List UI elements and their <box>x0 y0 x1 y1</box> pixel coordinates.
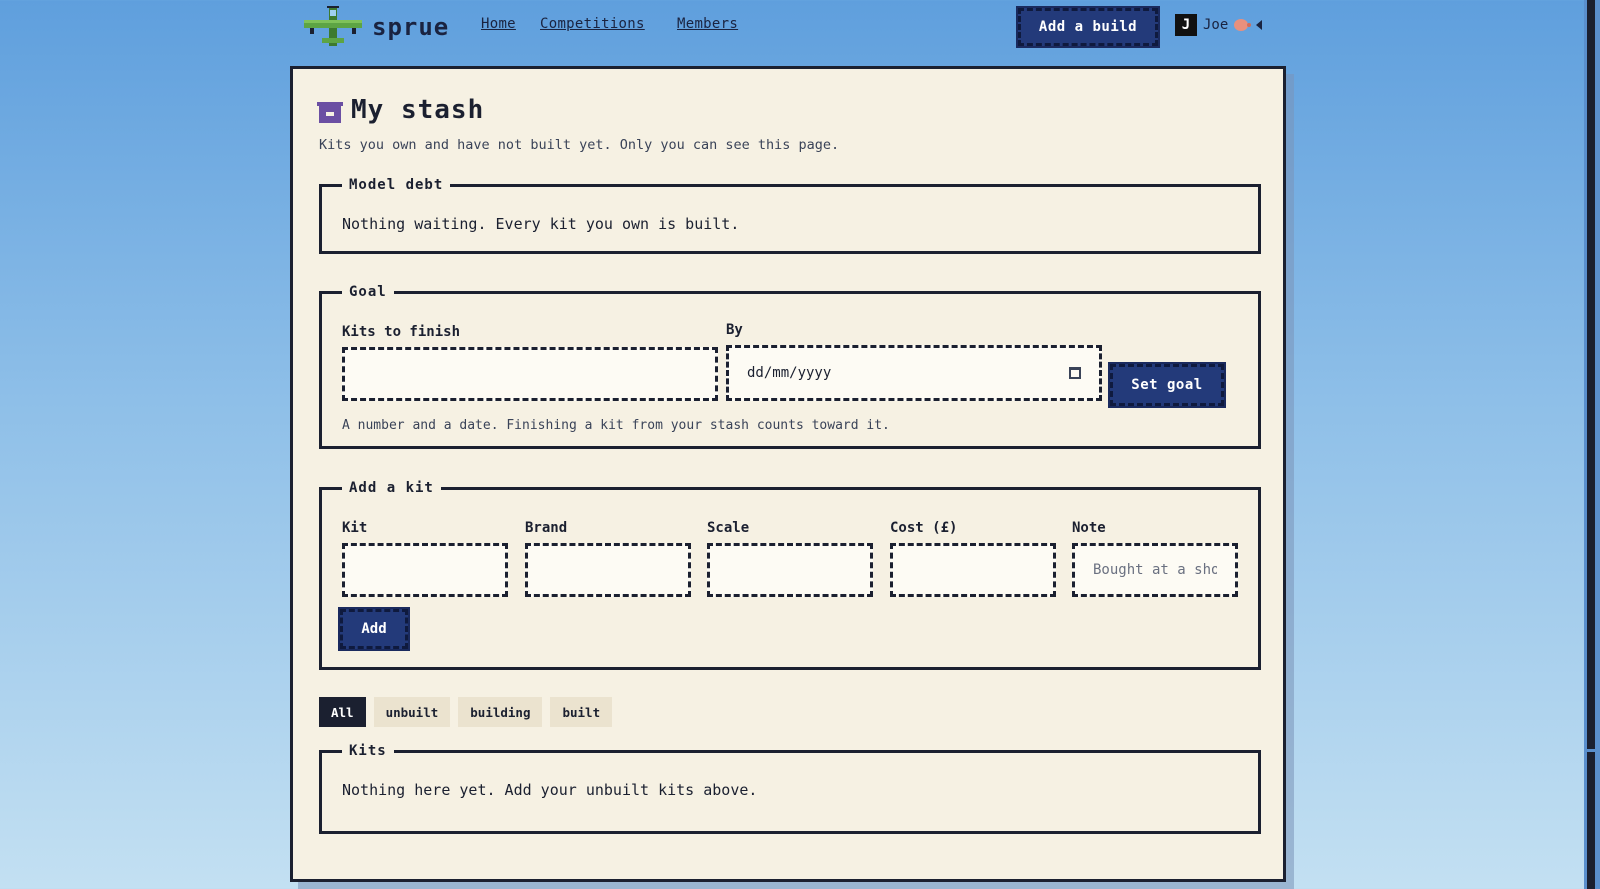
brand-name: sprue <box>372 13 450 41</box>
top-nav: sprue Home Competitions Members Add a bu… <box>0 0 1600 52</box>
stash-card: My stash Kits you own and have not built… <box>290 66 1286 882</box>
kit-input[interactable] <box>342 543 508 597</box>
pig-icon <box>1234 19 1252 31</box>
page-scrollbar[interactable] <box>1584 0 1600 889</box>
avatar: J <box>1175 14 1197 36</box>
kits-empty-message: Nothing here yet. Add your unbuilt kits … <box>342 781 758 799</box>
plane-logo-icon <box>304 6 362 46</box>
filter-all[interactable]: All <box>319 697 366 727</box>
kits-panel: Kits Nothing here yet. Add your unbuilt … <box>319 743 1261 834</box>
add-kit-panel: Add a kit Kit Brand Scale Cost (£) Note … <box>319 480 1261 670</box>
kits-to-finish-input[interactable] <box>342 347 718 401</box>
filter-built[interactable]: built <box>550 697 613 727</box>
add-kit-legend: Add a kit <box>349 480 434 496</box>
kit-label: Kit <box>342 520 368 536</box>
status-filter-tabs: All unbuilt building built <box>319 697 613 727</box>
date-placeholder: dd/mm/yyyy <box>747 365 832 381</box>
kits-to-finish-label: Kits to finish <box>342 324 461 340</box>
logo-link[interactable]: sprue <box>302 6 449 48</box>
set-goal-button[interactable]: Set goal <box>1110 364 1224 406</box>
user-menu[interactable]: J Joe <box>1175 14 1263 36</box>
model-debt-message: Nothing waiting. Every kit you own is bu… <box>342 215 740 233</box>
scale-input[interactable] <box>707 543 873 597</box>
caret-left-icon[interactable] <box>1256 20 1263 30</box>
kits-legend: Kits <box>349 743 387 759</box>
goal-legend: Goal <box>349 284 387 300</box>
nav-link-home[interactable]: Home <box>481 16 516 32</box>
note-label: Note <box>1072 520 1106 536</box>
add-kit-button[interactable]: Add <box>340 609 408 649</box>
nav-link-competitions[interactable]: Competitions <box>540 16 645 32</box>
nav-link-members[interactable]: Members <box>677 16 738 32</box>
filter-unbuilt[interactable]: unbuilt <box>373 697 451 727</box>
model-debt-panel: Model debt Nothing waiting. Every kit yo… <box>319 177 1261 254</box>
brand-input[interactable] <box>525 543 691 597</box>
scrollbar-track-upper <box>1587 0 1595 749</box>
model-debt-legend: Model debt <box>349 177 444 193</box>
by-date-input[interactable]: dd/mm/yyyy <box>726 345 1102 401</box>
page-title: My stash <box>351 95 485 125</box>
cost-input[interactable] <box>890 543 1056 597</box>
cost-label: Cost (£) <box>890 520 958 536</box>
note-input[interactable] <box>1072 543 1238 597</box>
goal-panel: Goal Kits to finish By dd/mm/yyyy Set go… <box>319 284 1261 449</box>
box-icon <box>317 102 343 123</box>
filter-building[interactable]: building <box>458 697 543 727</box>
add-build-button[interactable]: Add a build <box>1018 8 1158 46</box>
page-header: My stash <box>317 95 485 125</box>
scale-label: Scale <box>707 520 750 536</box>
calendar-icon[interactable] <box>1069 367 1081 379</box>
scrollbar-thumb[interactable] <box>1587 752 1595 889</box>
page-subtitle: Kits you own and have not built yet. Onl… <box>319 137 840 153</box>
goal-hint: A number and a date. Finishing a kit fro… <box>342 418 890 433</box>
user-name: Joe <box>1203 17 1229 33</box>
by-date-label: By <box>726 322 743 338</box>
brand-label: Brand <box>525 520 568 536</box>
